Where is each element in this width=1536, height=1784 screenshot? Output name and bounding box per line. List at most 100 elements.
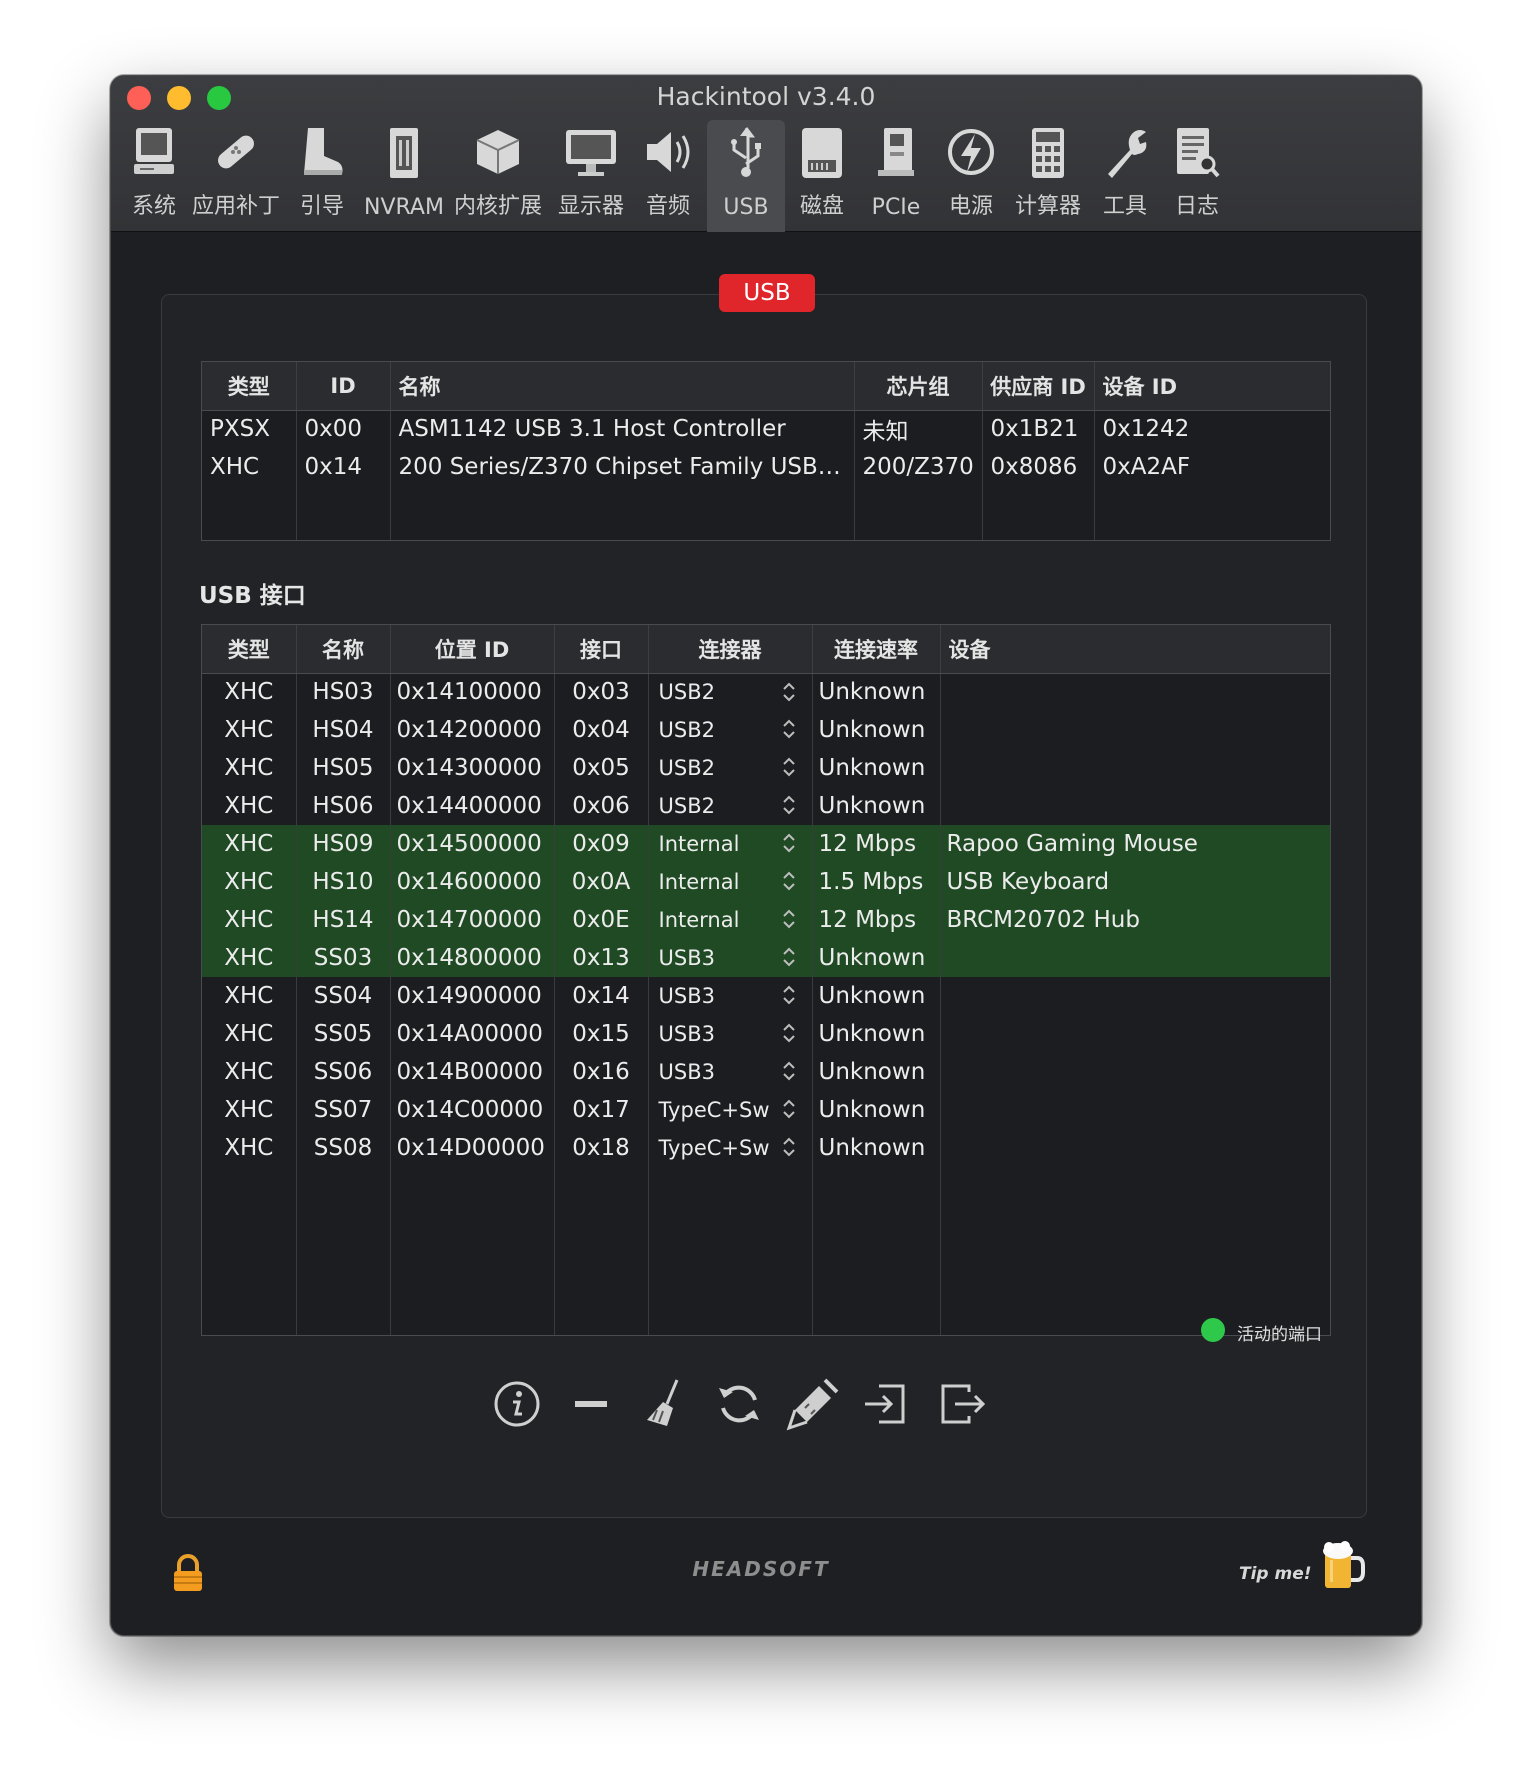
port-name: SS06 [296, 1053, 391, 1091]
port-location-id: 0x14700000 [390, 901, 555, 939]
table-row[interactable]: XHC SS07 0x14C00000 0x17 TypeC+Sw Unknown [202, 1091, 1330, 1129]
table-row[interactable]: XHC SS04 0x14900000 0x14 USB3 Unknown [202, 977, 1330, 1015]
port-type: XHC [202, 825, 297, 863]
lock-button[interactable] [171, 1554, 205, 1598]
port-device [940, 1053, 1330, 1091]
column-header-connector[interactable]: 连接器 [648, 625, 813, 674]
port-device [940, 1091, 1330, 1129]
controllers-table[interactable]: 类型 ID 名称 芯片组 供应商 ID 设备 ID PXSX 0x00 ASM1… [201, 361, 1331, 541]
port-connector-select[interactable]: USB3 [648, 939, 813, 977]
info-button[interactable] [489, 1376, 545, 1432]
port-connector-select[interactable]: Internal [648, 825, 813, 863]
controller-device-id: 0x1242 [1102, 416, 1190, 443]
tab-patch[interactable]: 应用补丁 [191, 120, 281, 232]
table-row[interactable]: XHC SS06 0x14B00000 0x16 USB3 Unknown [202, 1053, 1330, 1091]
tip-beer-button[interactable] [1319, 1538, 1365, 1596]
column-header-chipset[interactable]: 芯片组 [854, 362, 983, 411]
table-row[interactable]: XHC HS04 0x14200000 0x04 USB2 Unknown [202, 711, 1330, 749]
column-header-name[interactable]: 名称 [390, 362, 855, 411]
export-button[interactable] [933, 1376, 989, 1432]
tab-system[interactable]: 系统 [123, 120, 185, 232]
tab-kext[interactable]: 内核扩展 [453, 120, 543, 232]
window-title: Hackintool v3.4.0 [656, 82, 876, 111]
port-type: XHC [202, 749, 297, 787]
ports-header-row: 类型 名称 位置 ID 接口 连接器 连接速率 设备 [202, 625, 1330, 674]
usb-ports-table[interactable]: 类型 名称 位置 ID 接口 连接器 连接速率 设备 XHC HS03 0x1410… [201, 624, 1331, 1336]
port-speed: Unknown [812, 787, 941, 825]
column-header-id[interactable]: ID [296, 362, 391, 411]
tab-display[interactable]: 显示器 [551, 120, 631, 232]
remove-button[interactable] [563, 1376, 619, 1432]
connector-value: Internal [658, 908, 740, 932]
tab-disk[interactable]: 磁盘 [791, 120, 853, 232]
table-row[interactable]: XHC HS14 0x14700000 0x0E Internal 12 Mbps BRCM… [202, 901, 1330, 939]
table-row[interactable]: PXSX 0x00 ASM1142 USB 3.1 Host Controlle… [202, 410, 1330, 448]
tab-calculator[interactable]: 计算器 [1011, 120, 1085, 232]
tab-logs[interactable]: 日志 [1165, 120, 1229, 232]
port-name: HS14 [296, 901, 391, 939]
table-row[interactable]: XHC SS05 0x14A00000 0x15 USB3 Unknown [202, 1015, 1330, 1053]
port-connector-select[interactable]: USB3 [648, 1015, 813, 1053]
table-row[interactable]: XHC HS10 0x14600000 0x0A Internal 1.5 Mbps USB… [202, 863, 1330, 901]
port-name: SS07 [296, 1091, 391, 1129]
table-row[interactable]: XHC HS03 0x14100000 0x03 USB2 Unknown [202, 673, 1330, 711]
port-connector-select[interactable]: Internal [648, 901, 813, 939]
column-header-name[interactable]: 名称 [296, 625, 391, 674]
connector-value: USB3 [658, 1060, 715, 1084]
column-header-device[interactable]: 设备 [940, 625, 1330, 674]
port-connector-select[interactable]: USB3 [648, 1053, 813, 1091]
table-row[interactable]: XHC SS08 0x14D00000 0x18 TypeC+Sw Unknown [202, 1129, 1330, 1167]
tab-tools[interactable]: 工具 [1093, 120, 1157, 232]
tab-audio[interactable]: 音频 [637, 120, 699, 232]
tab-pcie[interactable]: PCIe [861, 120, 931, 232]
port-name: SS05 [296, 1015, 391, 1053]
tab-nvram[interactable]: NVRAM [363, 120, 445, 232]
chevron-up-down-icon [782, 757, 795, 777]
port-connector-select[interactable]: USB2 [648, 673, 813, 711]
port-name: HS05 [296, 749, 391, 787]
inject-button[interactable] [785, 1376, 841, 1432]
port-connector-select[interactable]: TypeC+Sw [648, 1129, 813, 1167]
port-connector-select[interactable]: USB2 [648, 711, 813, 749]
display-icon [566, 130, 616, 176]
connector-value: Internal [658, 870, 740, 894]
column-header-device-id[interactable]: 设备 ID [1094, 362, 1330, 411]
table-row[interactable]: XHC 0x14 200 Series/Z370 Chipset Family … [202, 448, 1330, 486]
column-header-type[interactable]: 类型 [202, 362, 297, 411]
column-header-type[interactable]: 类型 [202, 625, 297, 674]
table-row[interactable]: XHC HS05 0x14300000 0x05 USB2 Unknown [202, 749, 1330, 787]
port-speed: Unknown [812, 711, 941, 749]
column-header-vendor-id[interactable]: 供应商 ID [982, 362, 1095, 411]
tab-boot[interactable]: 引导 [291, 120, 353, 232]
clear-button[interactable] [637, 1376, 693, 1432]
column-header-location-id[interactable]: 位置 ID [390, 625, 555, 674]
calculator-icon [1032, 128, 1064, 178]
column-header-speed[interactable]: 连接速率 [812, 625, 941, 674]
chevron-up-down-icon [782, 1099, 795, 1119]
port-connector-select[interactable]: TypeC+Sw [648, 1091, 813, 1129]
tab-power[interactable]: 电源 [939, 120, 1003, 232]
port-connector-select[interactable]: Internal [648, 863, 813, 901]
tab-usb[interactable]: USB [707, 120, 785, 232]
port-connector-select[interactable]: USB2 [648, 787, 813, 825]
chevron-up-down-icon [782, 682, 795, 701]
port-location-id: 0x14600000 [390, 863, 555, 901]
table-row[interactable]: XHC HS09 0x14500000 0x09 Internal 12 Mbps Rapo… [202, 825, 1330, 863]
tip-me-link[interactable]: Tip me! [1239, 1564, 1312, 1584]
port-speed: Unknown [812, 673, 941, 711]
beer-icon [1323, 1541, 1365, 1588]
port-name: SS03 [296, 939, 391, 977]
table-row[interactable]: XHC SS03 0x14800000 0x13 USB3 Unknown [202, 939, 1330, 977]
column-header-port[interactable]: 接口 [554, 625, 649, 674]
port-number: 0x0E [554, 901, 649, 939]
table-row[interactable]: XHC HS06 0x14400000 0x06 USB2 Unknown [202, 787, 1330, 825]
chevron-up-down-icon [782, 833, 795, 853]
port-connector-select[interactable]: USB3 [648, 977, 813, 1015]
import-button[interactable] [859, 1376, 915, 1432]
broom-icon [647, 1379, 679, 1426]
refresh-button[interactable] [711, 1376, 767, 1432]
controller-type: XHC [202, 448, 297, 486]
port-connector-select[interactable]: USB2 [648, 749, 813, 787]
chevron-up-down-icon [782, 985, 795, 1005]
port-type: XHC [202, 1091, 297, 1129]
